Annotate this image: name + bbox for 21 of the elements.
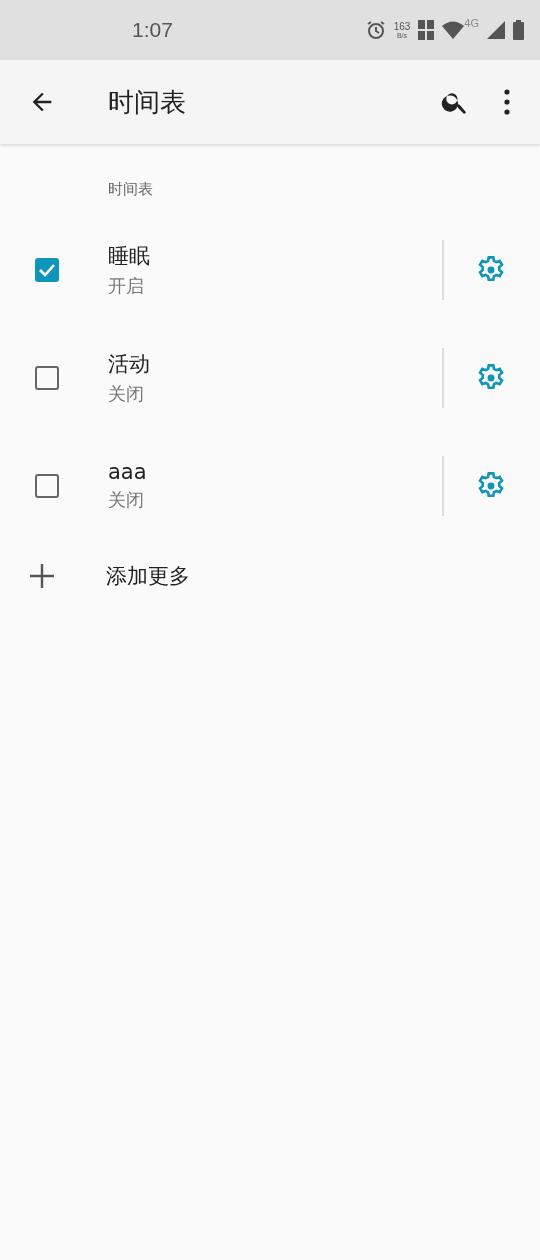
clock-time: 1:07 [132,18,174,42]
battery-icon [513,20,524,40]
section-header: 时间表 [108,180,154,200]
plus-icon [29,563,55,589]
alarm-icon [365,20,386,40]
network-type: 4G [464,17,479,29]
schedule-name: 睡眠 [108,243,151,270]
checkbox[interactable] [35,258,59,282]
sim-cards-icon [418,20,435,40]
signal-icon [487,21,505,39]
page-title: 时间表 [108,85,187,119]
checkbox[interactable] [35,366,59,390]
schedule-name: 活动 [108,351,151,378]
schedule-status: 开启 [108,274,145,298]
schedule-status: 关闭 [108,488,145,512]
checkbox[interactable] [35,474,59,498]
wifi-icon [442,21,465,39]
add-more-button[interactable]: 添加更多 [0,536,540,616]
schedule-name: aaa [108,460,148,484]
speed-value: 163 [393,21,411,32]
schedule-status: 关闭 [108,382,145,406]
